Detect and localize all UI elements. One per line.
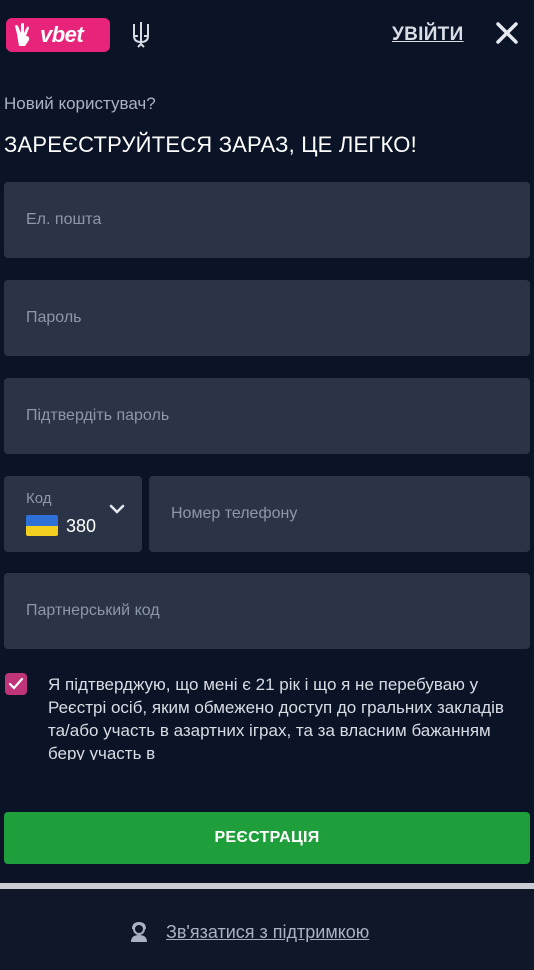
- code-label: Код: [26, 490, 52, 507]
- code-value: 380: [66, 516, 97, 536]
- partner-code-placeholder: Партнерський код: [26, 602, 160, 619]
- consent-checkbox[interactable]: [5, 673, 27, 695]
- ukraine-flag-icon: [26, 515, 58, 536]
- email-placeholder: Ел. пошта: [26, 211, 102, 228]
- form-subtitle: Новий користувач?: [4, 94, 156, 113]
- check-icon: [8, 677, 24, 690]
- password-field[interactable]: Пароль: [4, 280, 530, 356]
- phone-field[interactable]: Номер телефону: [149, 476, 530, 552]
- confirm-password-field[interactable]: Підтвердіть пароль: [4, 378, 530, 454]
- consent-text: Я підтверджую, що мені є 21 рік і що я н…: [48, 675, 504, 761]
- phone-placeholder: Номер телефону: [171, 505, 298, 522]
- login-link[interactable]: УВІЙТИ: [392, 24, 464, 46]
- consent-scroll-fade: [0, 760, 534, 810]
- logo-hand-icon: [10, 21, 38, 49]
- partner-code-field[interactable]: Партнерський код: [4, 573, 530, 649]
- register-button[interactable]: РЕЄСТРАЦІЯ: [4, 812, 530, 864]
- confirm-password-placeholder: Підтвердіть пароль: [26, 407, 170, 424]
- form-title: ЗАРЕЄСТРУЙТЕСЯ ЗАРАЗ, ЦЕ ЛЕГКО!: [4, 132, 417, 157]
- brand-name: vbet: [40, 22, 84, 47]
- support-link[interactable]: Зв'язатися з підтримкою: [166, 922, 369, 943]
- email-field[interactable]: Ел. пошта: [4, 182, 530, 258]
- chevron-down-icon[interactable]: [108, 502, 126, 514]
- header: vbet УВІЙТИ: [0, 0, 534, 70]
- close-icon[interactable]: [494, 20, 520, 46]
- password-placeholder: Пароль: [26, 309, 82, 326]
- trident-icon: [128, 20, 154, 54]
- support-agent-icon[interactable]: [128, 921, 150, 943]
- vbet-logo[interactable]: vbet: [6, 18, 110, 52]
